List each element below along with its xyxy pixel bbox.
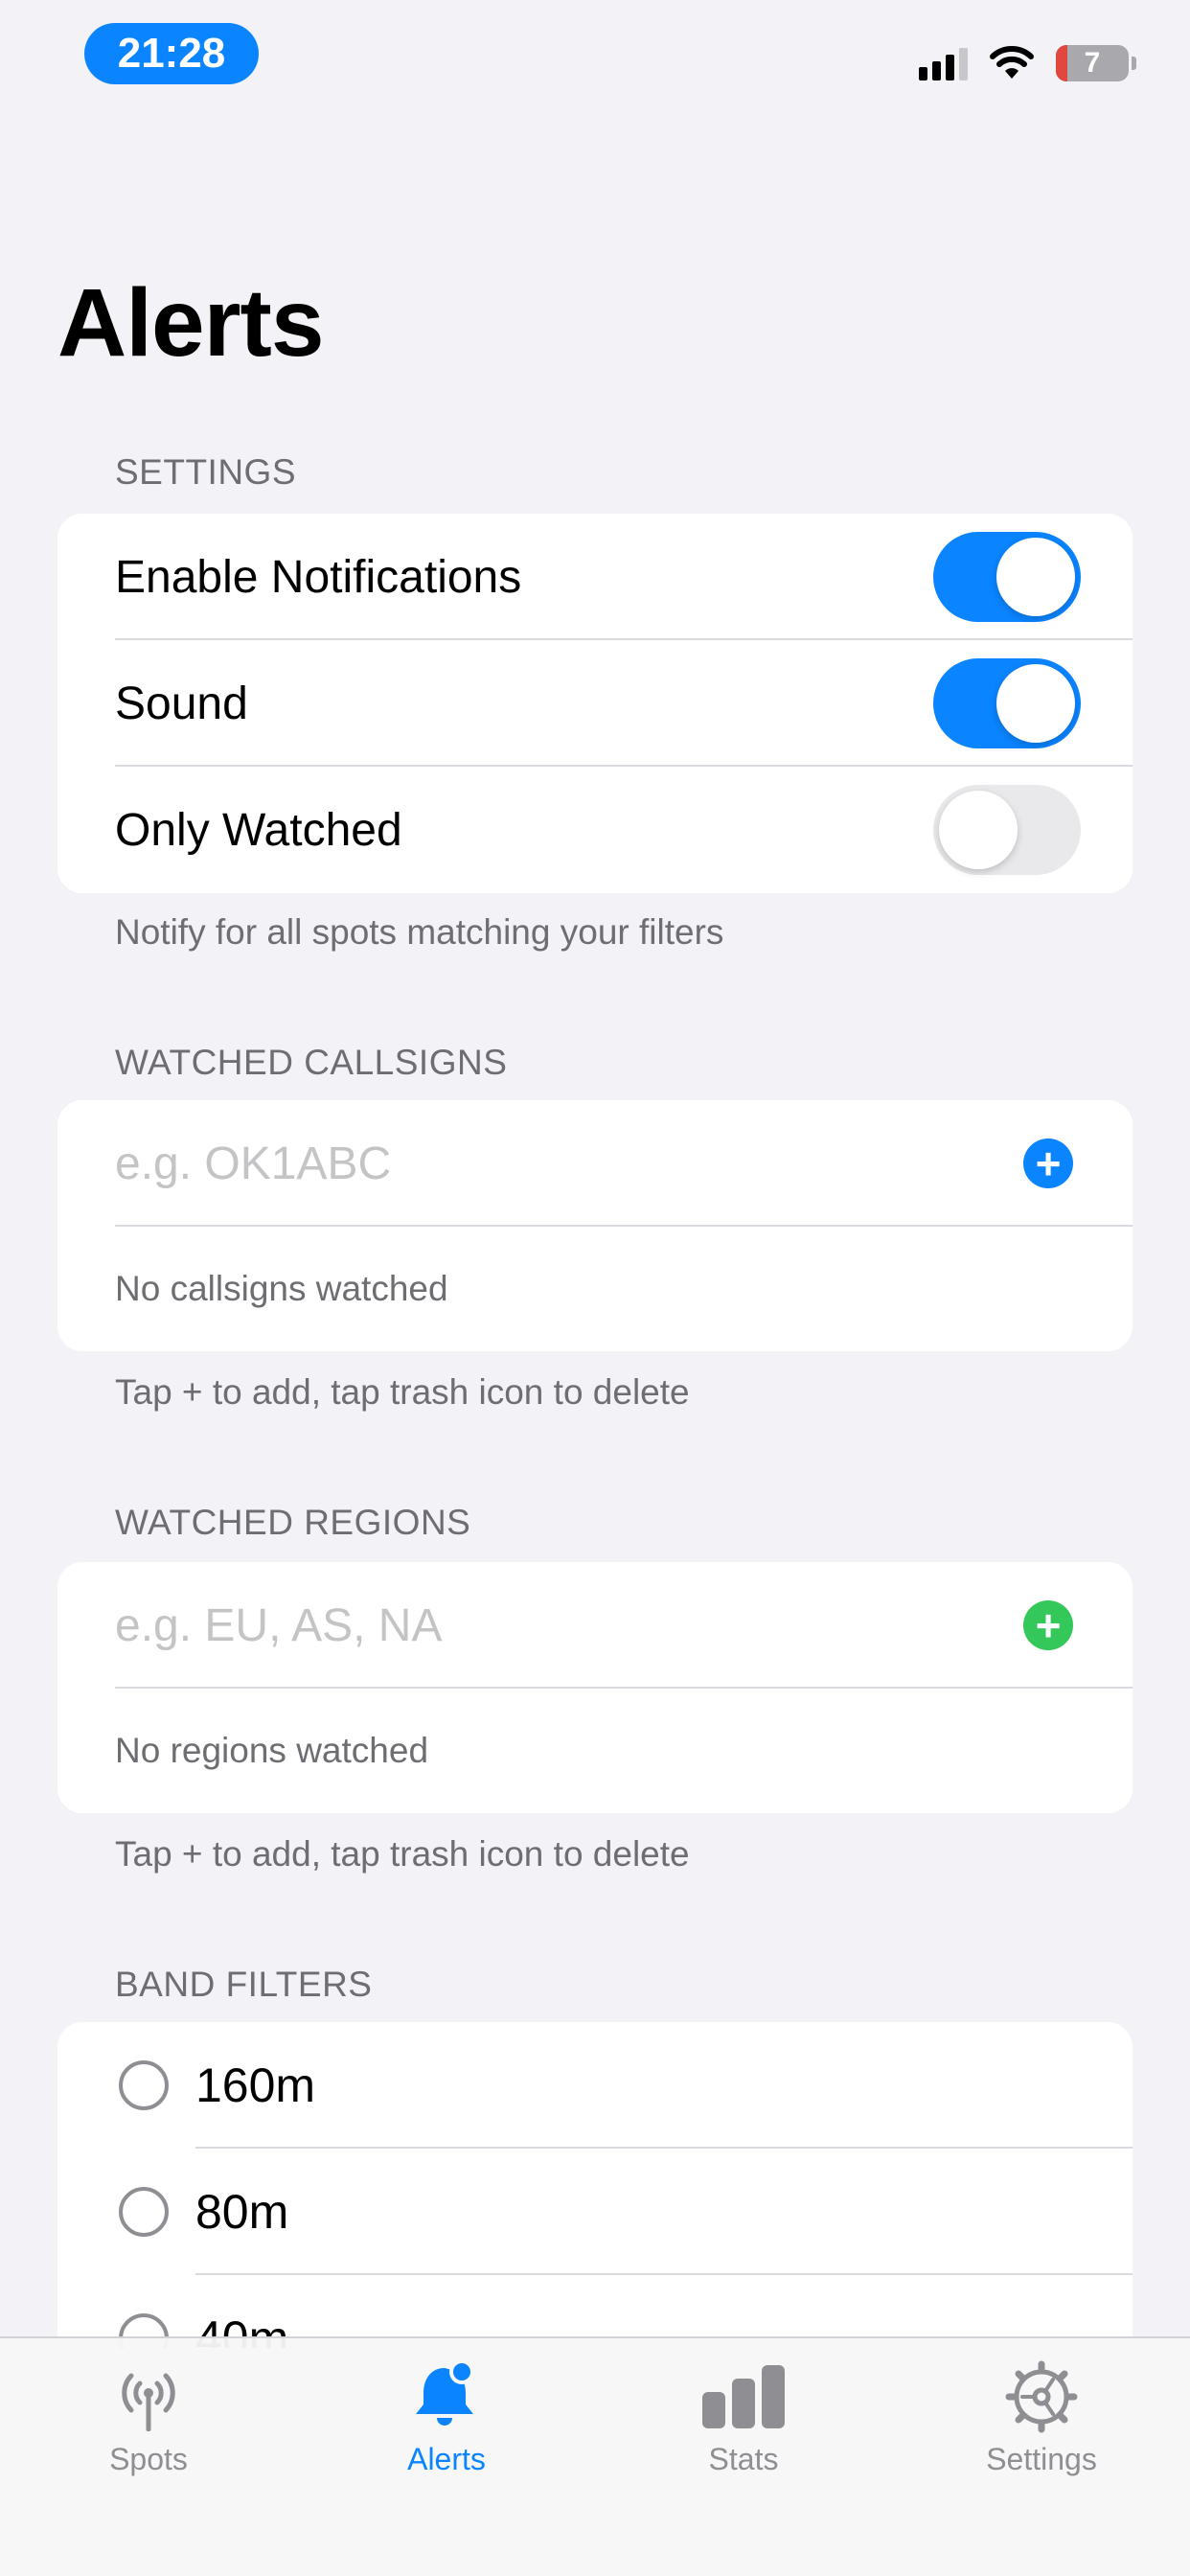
wifi-icon [990, 46, 1034, 79]
plus-circle-icon: + [1035, 1138, 1062, 1188]
enable-notifications-row: Enable Notifications [57, 514, 1133, 640]
status-time: 21:28 [84, 23, 259, 84]
tab-settings-label: Settings [986, 2442, 1097, 2476]
watched-regions-footer: Tap + to add, tap trash icon to delete [115, 1834, 690, 1874]
tab-alerts-label: Alerts [407, 2442, 486, 2476]
tab-spots[interactable]: Spots [53, 2356, 244, 2477]
tab-alerts[interactable]: Alerts [351, 2356, 542, 2477]
settings-section-header: SETTINGS [115, 452, 297, 492]
watched-callsigns-header: WATCHED CALLSIGNS [115, 1043, 508, 1082]
only-watched-toggle[interactable] [933, 785, 1081, 875]
band-label: 80m [195, 2185, 289, 2239]
band-row-160m[interactable]: 160m [57, 2022, 1133, 2149]
watched-callsigns-card: + No callsigns watched [57, 1100, 1133, 1351]
bar-chart-icon [702, 2365, 785, 2428]
watched-callsigns-footer: Tap + to add, tap trash icon to delete [115, 1372, 690, 1412]
enable-notifications-label: Enable Notifications [115, 551, 522, 603]
band-filters-header: BAND FILTERS [115, 1965, 373, 2004]
page-title: Alerts [57, 269, 324, 377]
status-icons: 7 [919, 42, 1136, 84]
only-watched-label: Only Watched [115, 804, 402, 856]
antenna-icon [122, 2373, 175, 2431]
tab-settings[interactable]: Settings [946, 2356, 1137, 2477]
plus-circle-icon: + [1035, 1600, 1062, 1650]
settings-section-footer: Notify for all spots matching your filte… [115, 912, 724, 952]
region-input[interactable] [115, 1598, 977, 1652]
enable-notifications-toggle[interactable] [933, 532, 1081, 622]
callsign-input-row: + [57, 1100, 1133, 1227]
tab-stats-label: Stats [708, 2442, 779, 2476]
sound-label: Sound [115, 678, 248, 729]
settings-card: Enable Notifications Sound Only Watched [57, 514, 1133, 893]
cellular-signal-icon [919, 46, 968, 80]
status-bar: 21:28 7 [0, 0, 1190, 125]
band-label: 160m [195, 2058, 316, 2112]
gear-icon [1005, 2360, 1078, 2433]
sound-toggle[interactable] [933, 658, 1081, 748]
band-row-80m[interactable]: 80m [57, 2149, 1133, 2275]
watched-regions-card: + No regions watched [57, 1562, 1133, 1813]
tab-stats[interactable]: Stats [648, 2356, 839, 2477]
radio-unchecked-icon[interactable] [119, 2060, 169, 2110]
only-watched-row: Only Watched [57, 767, 1133, 893]
battery-icon: 7 [1056, 45, 1136, 81]
callsign-input[interactable] [115, 1137, 977, 1190]
regions-empty-text: No regions watched [115, 1731, 429, 1770]
bell-badge-icon [416, 2360, 474, 2426]
battery-level: 7 [1084, 47, 1101, 79]
tab-spots-label: Spots [109, 2442, 188, 2476]
radio-unchecked-icon[interactable] [119, 2187, 169, 2237]
add-region-button[interactable]: + [1023, 1600, 1073, 1650]
callsigns-empty-text: No callsigns watched [115, 1269, 448, 1308]
band-filters-card: 160m 80m 40m [57, 2022, 1133, 2348]
add-callsign-button[interactable]: + [1023, 1138, 1073, 1188]
sound-row: Sound [57, 640, 1133, 767]
watched-regions-header: WATCHED REGIONS [115, 1503, 471, 1542]
tab-bar: Spots Alerts Stats Settings [0, 2336, 1190, 2576]
region-input-row: + [57, 1562, 1133, 1689]
